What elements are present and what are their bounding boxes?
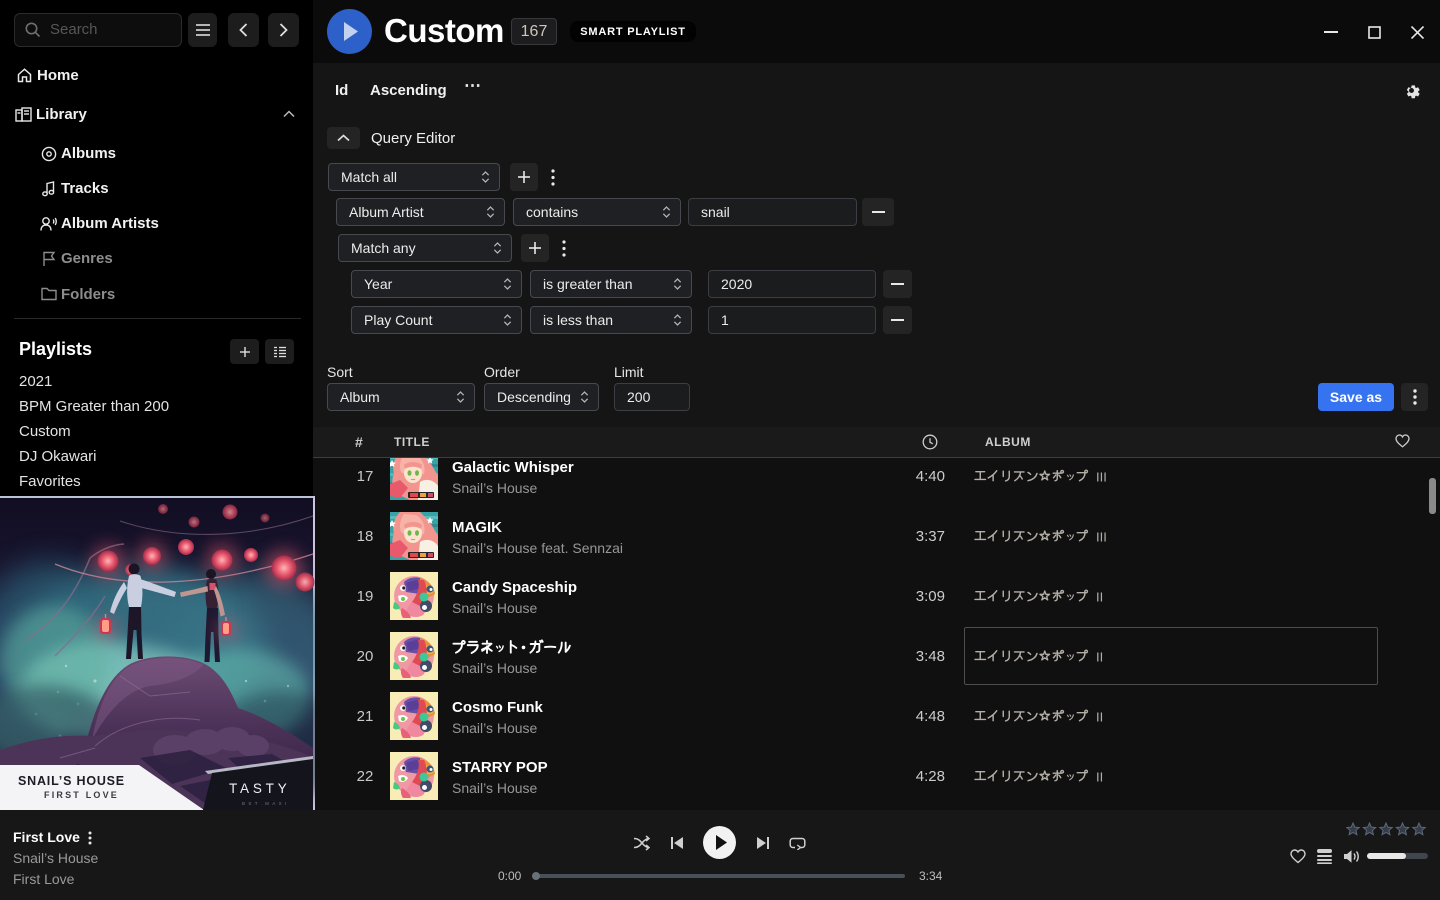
svg-text:II: II bbox=[1096, 650, 1103, 665]
svg-text:III: III bbox=[1096, 470, 1107, 485]
svg-text:II: II bbox=[1096, 770, 1103, 785]
svg-text:III: III bbox=[1096, 530, 1107, 545]
svg-text:SNAIL’S HOUSE: SNAIL’S HOUSE bbox=[18, 774, 125, 788]
svg-text:BST.MAXI: BST.MAXI bbox=[242, 801, 290, 806]
svg-text:TASTY: TASTY bbox=[229, 781, 291, 796]
svg-text:FIRST LOVE: FIRST LOVE bbox=[44, 790, 119, 800]
svg-text:II: II bbox=[1096, 710, 1103, 725]
svg-text:II: II bbox=[1096, 590, 1103, 605]
